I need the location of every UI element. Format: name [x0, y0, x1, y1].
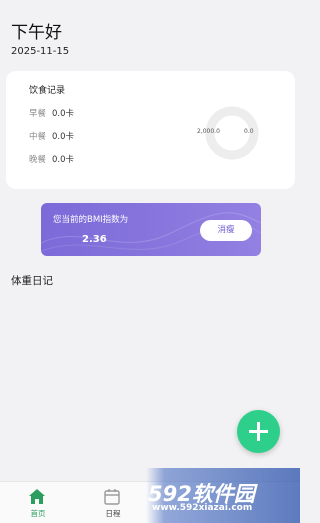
- meal-value: 0.0卡: [52, 132, 75, 142]
- meal-row-breakfast: 早餐 0.0卡: [29, 107, 74, 119]
- meal-value: 0.0卡: [52, 109, 75, 119]
- tab-home[interactable]: 首页: [8, 482, 68, 523]
- watermark-url: www.592xiazai.com: [152, 503, 253, 513]
- bmi-card: 您当前的BMI指数为 2.36 消瘦: [41, 203, 261, 256]
- ring-consumed-label: 0.0: [244, 128, 254, 135]
- meal-row-dinner: 晚餐 0.0卡: [29, 153, 74, 165]
- tab-home-label: 首页: [30, 509, 46, 518]
- meal-name: 中餐: [29, 132, 47, 142]
- greeting-title: 下午好: [11, 23, 62, 43]
- bmi-label: 您当前的BMI指数为: [53, 215, 129, 225]
- ring-total-label: 2,000.0: [197, 128, 220, 135]
- weight-diary-title: 体重日记: [11, 275, 53, 287]
- meal-name: 早餐: [29, 109, 47, 119]
- add-button[interactable]: [237, 410, 280, 453]
- bmi-status-button[interactable]: 消瘦: [200, 220, 252, 241]
- meal-name: 晚餐: [29, 155, 47, 165]
- meal-row-lunch: 中餐 0.0卡: [29, 130, 74, 142]
- home-icon: [29, 489, 45, 504]
- calendar-icon: [104, 489, 120, 505]
- meal-value: 0.0卡: [52, 155, 75, 165]
- diet-record-card[interactable]: 饮食记录 早餐 0.0卡 中餐 0.0卡 晚餐 0.0卡 2,000.0 0.0: [6, 71, 295, 189]
- bmi-value: 2.36: [82, 234, 107, 245]
- tab-schedule[interactable]: 日程: [83, 482, 143, 523]
- current-date: 2025-11-15: [11, 46, 70, 57]
- plus-icon: [249, 422, 268, 441]
- diet-card-title: 饮食记录: [29, 86, 66, 96]
- tab-schedule-label: 日程: [105, 509, 121, 518]
